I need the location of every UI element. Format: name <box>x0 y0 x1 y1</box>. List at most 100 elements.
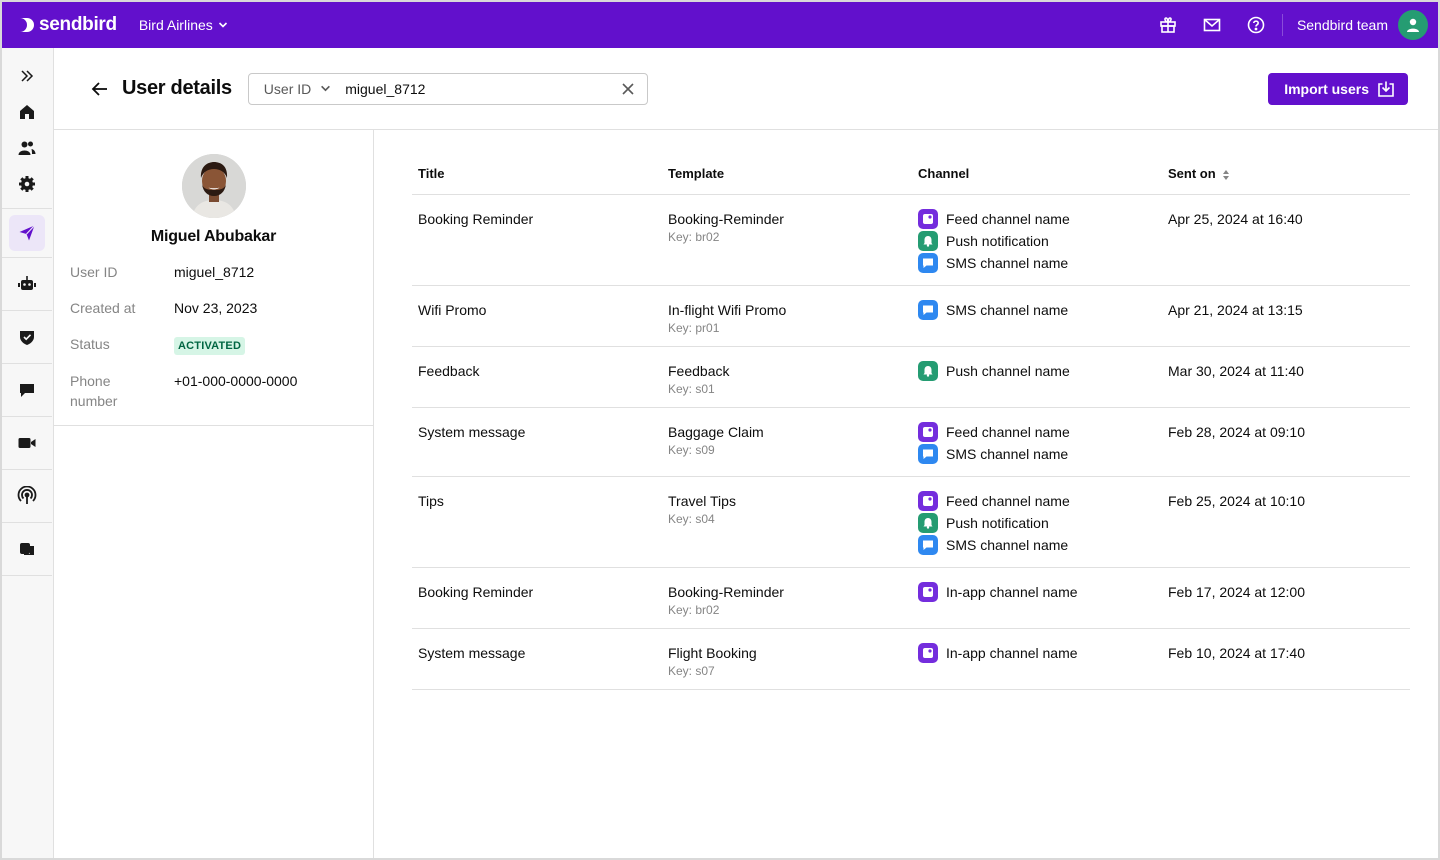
channel-item: SMS channel name <box>918 442 1156 466</box>
table-row[interactable]: Booking Reminder Booking-Reminder Key: br0… <box>412 194 1410 286</box>
clear-icon[interactable] <box>621 82 635 96</box>
table-row[interactable]: Feedback Feedback Key: s01 Push channel nam… <box>412 346 1410 408</box>
channel-item: SMS channel name <box>918 251 1156 275</box>
live-broadcast-icon[interactable] <box>2 478 52 514</box>
feed-channel-icon <box>918 208 938 229</box>
table-row[interactable]: Wifi Promo In-flight Wifi Promo Key: pr01 S… <box>412 285 1410 347</box>
notifications-nav-item[interactable] <box>2 215 52 251</box>
help-icon[interactable] <box>1234 2 1278 48</box>
chat-icon[interactable] <box>2 372 52 408</box>
template-name: Travel Tips <box>668 492 736 509</box>
topbar-divider <box>1281 14 1283 36</box>
cell-template: Booking-Reminder Key: br02 <box>662 194 912 286</box>
channel-item: SMS channel name <box>918 533 1156 557</box>
template-key: Key: s04 <box>668 511 715 526</box>
bot-icon[interactable] <box>2 266 52 302</box>
cell-channel: In-app channel name <box>912 567 1162 629</box>
gift-icon[interactable] <box>1146 2 1190 48</box>
import-icon <box>1378 81 1394 97</box>
table-header-row: Title Template Channel Sent on <box>412 154 1410 195</box>
cell-channel: In-app channel name <box>912 628 1162 690</box>
user-avatar <box>181 154 246 218</box>
template-name: Feedback <box>668 362 730 379</box>
template-key: Key: s01 <box>668 381 715 396</box>
top-bar: sendbird Bird Airlines Sendbird team <box>2 2 1438 48</box>
channel-name: In-app channel name <box>946 583 1078 600</box>
cell-sent-on: Feb 28, 2024 at 09:10 <box>1162 407 1410 477</box>
cell-channel: Feed channel name SMS channel name <box>912 407 1162 477</box>
column-header-title: Title <box>412 154 662 195</box>
sort-icon[interactable] <box>1222 169 1230 181</box>
info-row-status: Status ACTIVATED <box>54 334 373 355</box>
channel-name: Feed channel name <box>946 423 1070 440</box>
channel-item: Feed channel name <box>918 420 1156 444</box>
feed-channel-icon <box>918 421 938 442</box>
search-field-label: User ID <box>263 80 312 97</box>
import-users-button[interactable]: Import users <box>1268 72 1408 105</box>
team-name[interactable]: Sendbird team <box>1297 17 1388 33</box>
template-key: Key: pr01 <box>668 320 720 335</box>
user-search: User ID <box>247 72 648 105</box>
expand-nav-icon[interactable] <box>2 58 52 94</box>
sms-channel-icon <box>918 443 938 464</box>
channel-name: Feed channel name <box>946 210 1070 227</box>
back-arrow-icon[interactable] <box>86 75 114 103</box>
user-avatar-icon[interactable] <box>1398 10 1428 40</box>
video-call-icon[interactable] <box>2 425 52 461</box>
org-switcher[interactable]: Bird Airlines <box>139 17 228 33</box>
settings-icon[interactable] <box>2 166 52 202</box>
message-history-table: Title Template Channel Sent on Booking R… <box>412 154 1410 690</box>
created-at-value: Nov 23, 2023 <box>174 300 258 316</box>
home-icon[interactable] <box>2 94 52 130</box>
cell-title: Wifi Promo <box>412 285 662 347</box>
column-header-sent-on[interactable]: Sent on <box>1162 154 1410 195</box>
desk-icon[interactable] <box>2 531 52 567</box>
brand-logo[interactable]: sendbird <box>18 14 117 36</box>
sent-on-label: Sent on <box>1168 166 1216 182</box>
channel-item: Push notification <box>918 229 1156 253</box>
feed-channel-icon <box>918 490 938 511</box>
chevron-down-icon <box>218 22 227 28</box>
page-title: User details <box>122 77 232 99</box>
table-row[interactable]: Booking Reminder Booking-Reminder Key: br0… <box>412 567 1410 629</box>
chevron-down-icon <box>321 85 331 92</box>
sendbird-logo-icon <box>20 18 34 32</box>
push-channel-icon <box>918 230 938 251</box>
brand-name: sendbird <box>39 14 117 35</box>
channel-name: SMS channel name <box>946 445 1069 462</box>
info-row-created-at: Created at Nov 23, 2023 <box>54 298 373 318</box>
channel-name: SMS channel name <box>946 301 1069 318</box>
cell-title: Feedback <box>412 346 662 408</box>
send-icon <box>9 215 45 251</box>
template-key: Key: br02 <box>668 602 720 617</box>
phone-value: +01-000-0000-0000 <box>174 373 298 389</box>
column-header-template: Template <box>662 154 912 195</box>
cell-channel: Feed channel name Push notification SMS ch… <box>912 194 1162 286</box>
mail-icon[interactable] <box>1190 2 1234 48</box>
cell-sent-on: Feb 17, 2024 at 12:00 <box>1162 567 1410 629</box>
cell-template: Travel Tips Key: s04 <box>662 476 912 568</box>
user-id-value: miguel_8712 <box>174 264 255 280</box>
sms-channel-icon <box>918 252 938 273</box>
status-label: Status <box>70 336 110 352</box>
search-field-dropdown[interactable]: User ID <box>249 81 331 97</box>
cell-template: In-flight Wifi Promo Key: pr01 <box>662 285 912 347</box>
cell-template: Baggage Claim Key: s09 <box>662 407 912 477</box>
template-name: In-flight Wifi Promo <box>668 301 787 318</box>
push-channel-icon <box>918 360 938 381</box>
channel-item: SMS channel name <box>918 298 1156 322</box>
search-input[interactable] <box>345 80 596 97</box>
users-icon[interactable] <box>2 130 52 166</box>
cell-title: System message <box>412 628 662 690</box>
moderation-icon[interactable] <box>2 319 52 355</box>
in-app-channel-icon <box>918 642 938 663</box>
import-users-label: Import users <box>1284 80 1369 97</box>
table-row[interactable]: Tips Travel Tips Key: s04 Feed channel name… <box>412 476 1410 568</box>
table-row[interactable]: System message Baggage Claim Key: s09 Feed … <box>412 407 1410 477</box>
channel-name: Feed channel name <box>946 492 1070 509</box>
channel-item: Feed channel name <box>918 489 1156 513</box>
app-window: sendbird Bird Airlines Sendbird team Use… <box>0 0 1440 860</box>
table-row[interactable]: System message Flight Booking Key: s07 In-a… <box>412 628 1410 690</box>
info-row-user-id: User ID miguel_8712 <box>54 262 373 282</box>
channel-name: In-app channel name <box>946 644 1078 661</box>
